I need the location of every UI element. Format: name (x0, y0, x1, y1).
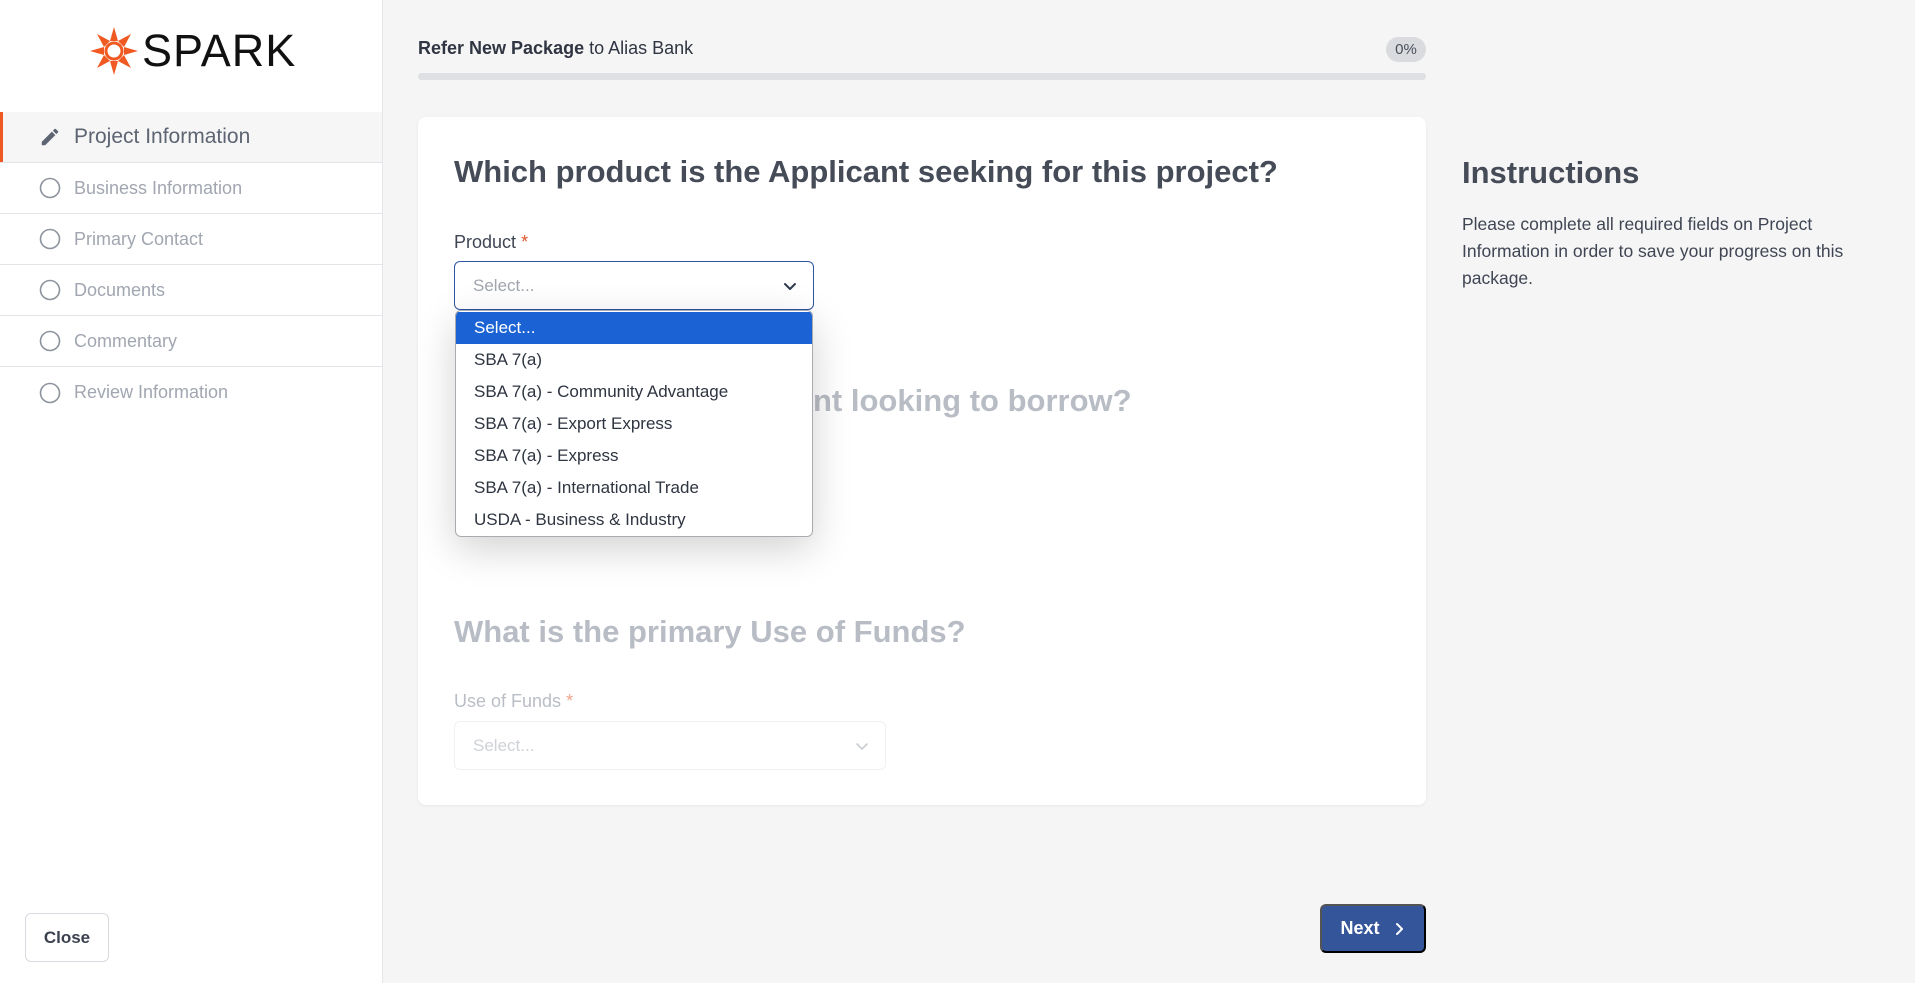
page-title: Refer New Package to Alias Bank (418, 38, 1426, 59)
page-title-rest: to Alias Bank (584, 38, 694, 58)
dropdown-option[interactable]: SBA 7(a) - Export Express (456, 408, 812, 440)
progress-badge: 0% (1386, 37, 1426, 62)
product-select-value: Select... (473, 275, 535, 295)
pencil-icon (38, 125, 62, 149)
step-business-information[interactable]: Business Information (0, 163, 382, 214)
product-label-text: Product (454, 232, 517, 252)
product-select[interactable]: Select... (454, 261, 814, 310)
required-mark: * (521, 232, 529, 252)
dropdown-option[interactable]: Select... (456, 312, 812, 344)
step-project-information[interactable]: Project Information (0, 112, 382, 163)
dropdown-option[interactable]: SBA 7(a) (456, 344, 812, 376)
step-commentary[interactable]: Commentary (0, 316, 382, 367)
step-label: Review Information (74, 382, 229, 402)
dropdown-option[interactable]: SBA 7(a) - International Trade (456, 472, 812, 504)
circle-icon (38, 381, 62, 405)
close-button[interactable]: Close (25, 913, 109, 962)
progress-bar (418, 73, 1426, 80)
use-of-funds-label: Use of Funds * (454, 691, 573, 712)
instructions-title: Instructions (1462, 155, 1640, 190)
circle-icon (38, 227, 62, 251)
circle-icon (38, 176, 62, 200)
step-documents[interactable]: Documents (0, 265, 382, 316)
use-of-funds-question-title: What is the primary Use of Funds? (454, 614, 966, 649)
use-of-funds-select[interactable]: Select... (454, 721, 886, 770)
next-button[interactable]: Next (1320, 904, 1426, 953)
product-question-title: Which product is the Applicant seeking f… (454, 154, 1278, 189)
next-button-label: Next (1340, 918, 1380, 938)
chevron-down-icon (856, 742, 868, 750)
spark-logo: SPARK (90, 26, 296, 76)
circle-icon (38, 278, 62, 302)
page-title-bold: Refer New Package (418, 38, 585, 58)
sidebar: SPARK Project Information Business Infor… (0, 0, 383, 983)
brand-name: SPARK (142, 25, 297, 76)
chevron-down-icon (784, 282, 796, 290)
use-of-funds-label-text: Use of Funds (454, 691, 562, 711)
dropdown-option[interactable]: USDA - Business & Industry (456, 504, 812, 536)
step-primary-contact[interactable]: Primary Contact (0, 214, 382, 265)
product-label: Product * (454, 232, 528, 253)
step-label: Project Information (74, 125, 251, 148)
step-label: Commentary (74, 330, 178, 351)
step-label: Primary Contact (74, 228, 204, 249)
circle-icon (38, 329, 62, 353)
step-label: Documents (74, 279, 166, 300)
use-of-funds-select-value: Select... (473, 735, 535, 755)
dropdown-option[interactable]: SBA 7(a) - Express (456, 440, 812, 472)
instructions-text: Please complete all required fields on P… (1462, 214, 1844, 288)
dropdown-option[interactable]: SBA 7(a) - Community Advantage (456, 376, 812, 408)
chevron-right-icon (1395, 922, 1403, 935)
product-dropdown-list: Select... SBA 7(a) SBA 7(a) - Community … (455, 310, 813, 537)
step-review-information[interactable]: Review Information (0, 367, 382, 418)
step-list: Project Information Business Information… (0, 112, 382, 418)
loan-amount-question-title: nt looking to borrow? (813, 383, 1132, 418)
required-mark: * (566, 691, 574, 711)
step-label: Business Information (74, 177, 243, 198)
spark-starburst-icon (90, 27, 138, 75)
